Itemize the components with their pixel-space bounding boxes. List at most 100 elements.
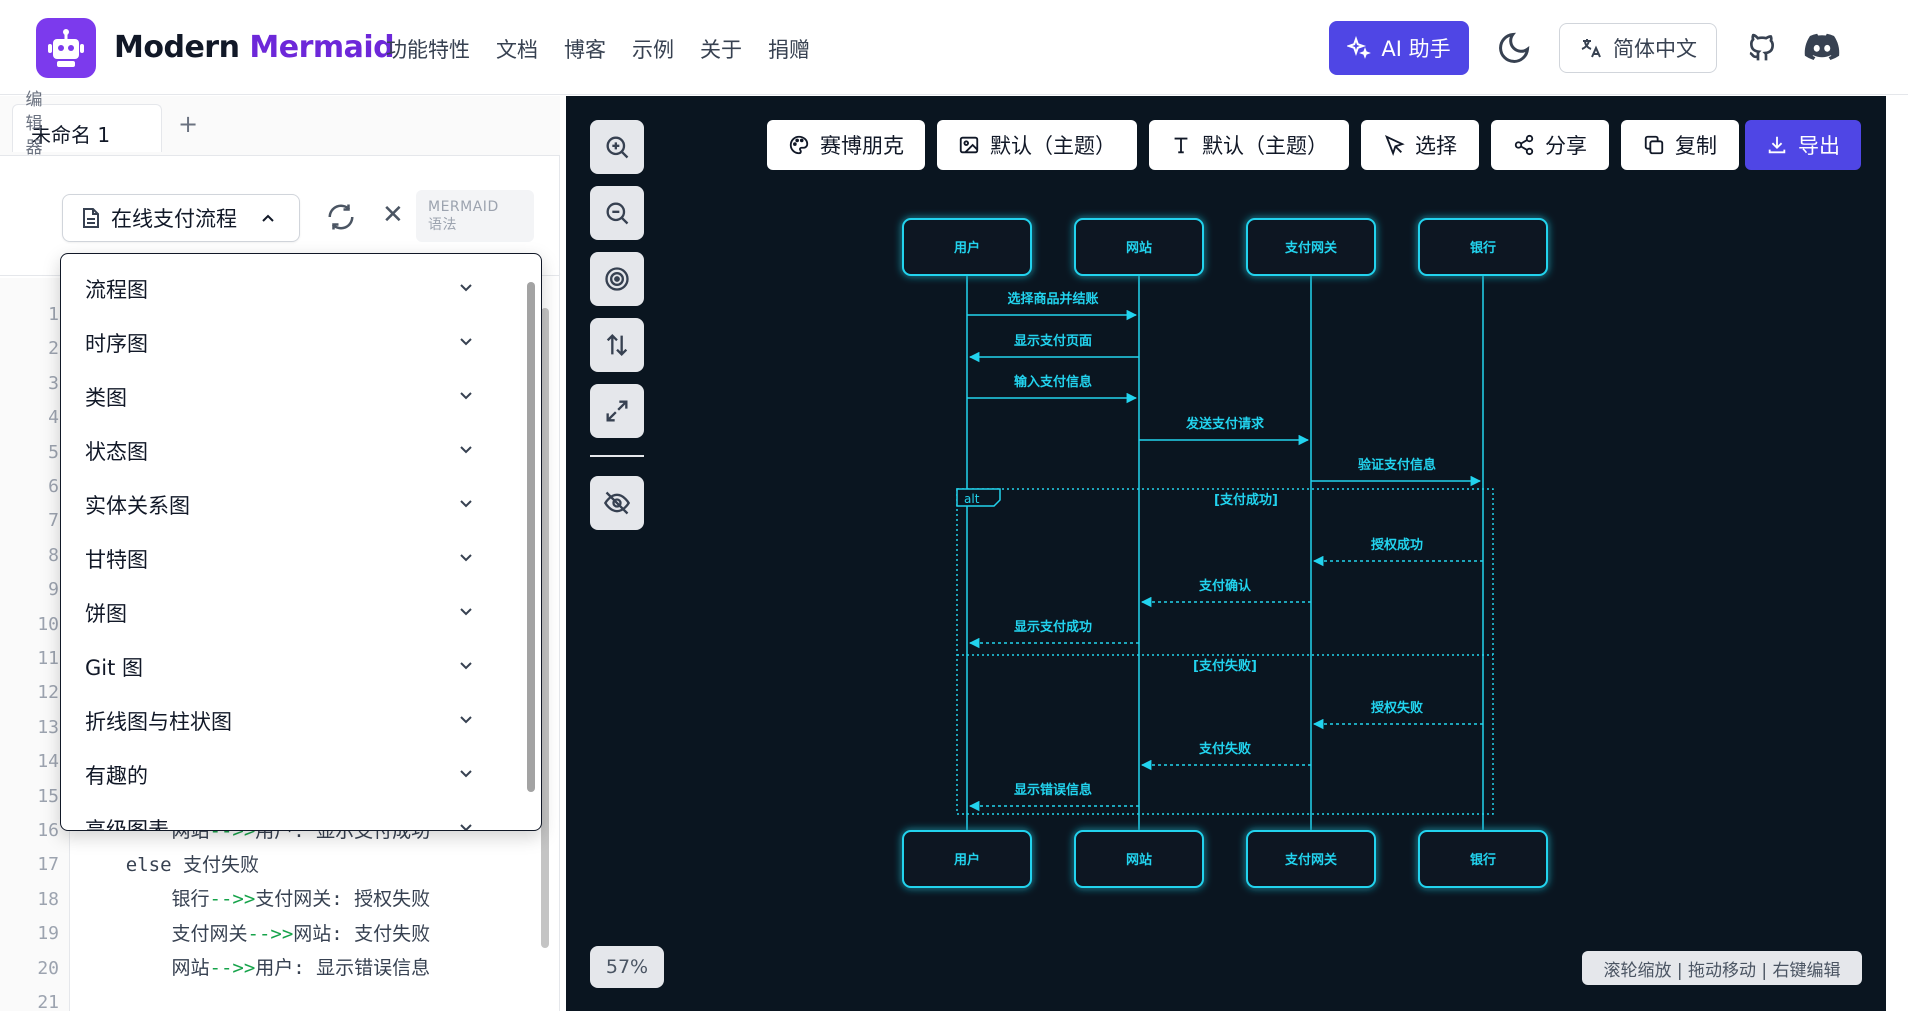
line-number: 12 <box>37 682 59 704</box>
nav-about[interactable]: 关于 <box>700 34 742 64</box>
dropdown-category-item[interactable]: 折线图与柱状图 <box>61 694 521 748</box>
message-label: 输入支付信息 <box>1014 374 1092 390</box>
dropdown-category-item[interactable]: Git 图 <box>61 640 521 694</box>
code-scrollbar-thumb[interactable] <box>541 308 549 948</box>
dropdown-scrollbar[interactable] <box>525 260 537 826</box>
nav-examples[interactable]: 示例 <box>632 34 674 64</box>
dropdown-category-item[interactable]: 实体关系图 <box>61 478 521 532</box>
dropdown-category-item[interactable]: 有趣的 <box>61 748 521 802</box>
line-number: 10 <box>37 613 59 635</box>
code-line[interactable]: 网站-->>用户: 显示错误信息 <box>80 953 431 980</box>
template-select[interactable]: 在线支付流程 <box>62 194 300 242</box>
line-number: 7 <box>48 510 59 532</box>
chevron-down-icon <box>460 446 472 454</box>
main-nav: 功能特性 文档 博客 示例 关于 捐赠 <box>386 34 810 64</box>
discord-icon[interactable] <box>1804 32 1840 64</box>
dropdown-category-item[interactable]: 高级图表 <box>61 802 521 831</box>
dropdown-category-item[interactable]: 类图 <box>61 370 521 424</box>
sparkles-icon <box>1347 36 1372 59</box>
alt-condition-label: [支付成功] <box>1214 492 1278 508</box>
line-number: 9 <box>48 579 59 601</box>
message-label: 支付失败 <box>1198 741 1251 757</box>
participant-label: 网站 <box>1126 240 1152 256</box>
code-line[interactable]: else 支付失败 <box>80 850 259 877</box>
sequence-diagram[interactable]: 用户用户网站网站支付网关支付网关银行银行alt [支付成功][支付失败]选择商品并… <box>566 96 1886 1011</box>
nav-features[interactable]: 功能特性 <box>386 34 470 64</box>
line-number: 6 <box>48 476 59 497</box>
line-number: 1 <box>48 304 59 325</box>
ai-assistant-button[interactable]: AI 助手 <box>1329 21 1469 75</box>
ai-assistant-label: AI 助手 <box>1381 37 1451 61</box>
moon-icon[interactable] <box>1496 30 1532 66</box>
participant-label: 网站 <box>1126 852 1152 868</box>
code-text: 银行 <box>80 888 210 911</box>
code-text: 支付网关: 授权失败 <box>255 888 431 911</box>
language-select-button[interactable]: 简体中文 <box>1559 23 1717 73</box>
dropdown-category-item[interactable]: 时序图 <box>61 316 521 370</box>
message-label: 验证支付信息 <box>1358 457 1436 473</box>
chevron-down-icon <box>460 500 472 508</box>
dropdown-category-label: 类图 <box>85 386 127 410</box>
participant-label: 支付网关 <box>1284 852 1337 868</box>
nav-donate[interactable]: 捐赠 <box>768 34 810 64</box>
brand-title[interactable]: Modern Mermaid <box>114 30 395 65</box>
brand-main: Modern <box>114 30 240 65</box>
code-line[interactable]: 银行-->>支付网关: 授权失败 <box>80 884 431 911</box>
dropdown-category-label: 高级图表 <box>85 818 169 831</box>
nav-blog[interactable]: 博客 <box>564 34 606 64</box>
dropdown-category-label: 时序图 <box>85 332 148 356</box>
code-text: 网站: 支付失败 <box>293 922 431 945</box>
dropdown-category-item[interactable]: 状态图 <box>61 424 521 478</box>
message-label: 显示错误信息 <box>1014 782 1092 798</box>
chevron-down-icon <box>460 554 472 562</box>
line-number: 14 <box>37 751 59 773</box>
document-icon <box>83 208 99 228</box>
chevron-down-icon <box>460 608 472 616</box>
line-number: 18 <box>37 888 59 910</box>
line-number: 17 <box>37 854 59 876</box>
code-text: 网站 <box>80 956 210 979</box>
dropdown-category-label: 状态图 <box>85 440 148 464</box>
syntax-badge: MERMAID 语法 <box>416 190 534 242</box>
robot-logo-icon[interactable] <box>36 18 96 78</box>
chevron-down-icon <box>460 284 472 292</box>
message-label: 发送支付请求 <box>1185 416 1265 432</box>
github-icon[interactable] <box>1746 30 1778 64</box>
dropdown-category-item[interactable]: 甘特图 <box>61 532 521 586</box>
template-dropdown[interactable]: 流程图时序图类图状态图实体关系图甘特图 饼图 Git 图折线图与柱状图有趣的高级图表 <box>60 253 542 831</box>
refresh-icon[interactable] <box>326 202 356 232</box>
code-text: else 支付失败 <box>80 854 259 877</box>
alt-condition-label: [支付失败] <box>1193 658 1257 674</box>
dropdown-category-item[interactable]: 流程图 <box>61 262 521 316</box>
line-number: 20 <box>37 957 59 979</box>
tabs-bar: 未命名 1 + <box>0 96 560 156</box>
message-label: 支付确认 <box>1198 578 1252 594</box>
dropdown-category-label: Git 图 <box>85 656 144 680</box>
participant-label: 银行 <box>1470 852 1496 868</box>
dropdown-scrollbar-thumb[interactable] <box>527 282 535 792</box>
code-text: 用户: 显示错误信息 <box>255 956 431 979</box>
code-text: 支付网关 <box>80 922 248 945</box>
message-label: 显示支付成功 <box>1014 619 1092 635</box>
code-line[interactable]: 支付网关-->>网站: 支付失败 <box>80 919 431 946</box>
line-number: 3 <box>48 372 59 394</box>
dropdown-category-label: 实体关系图 <box>85 494 190 518</box>
participant-label: 用户 <box>953 852 980 868</box>
page-right-gutter <box>1886 96 1908 1011</box>
diagram-canvas[interactable]: 赛博朋克 默认（主题） 默认（主题） 选择 分享 复制 导出 用户 用户 网站 网站支… <box>566 96 1886 1011</box>
nav-docs[interactable]: 文档 <box>496 34 538 64</box>
message-label: 选择商品并结账 <box>1007 291 1098 307</box>
line-number: 19 <box>37 923 59 945</box>
chevron-down-icon <box>460 338 472 346</box>
code-arrow: -->> <box>247 922 294 945</box>
code-arrow: -->> <box>209 888 256 911</box>
clear-editor-button[interactable]: ✕ <box>382 200 404 230</box>
add-tab-button[interactable]: + <box>178 110 198 138</box>
dropdown-category-item[interactable]: 饼图 <box>61 586 521 640</box>
language-label: 简体中文 <box>1613 37 1697 61</box>
message-label: 授权失败 <box>1371 700 1423 716</box>
alt-tag-label: alt <box>964 492 980 506</box>
dropdown-category-label: 有趣的 <box>85 764 148 788</box>
app-root: Modern Mermaid 功能特性 文档 博客 示例 关于 捐赠 AI 助手 <box>0 0 1908 1011</box>
editor-vertical-label: 编辑器 <box>25 90 43 158</box>
